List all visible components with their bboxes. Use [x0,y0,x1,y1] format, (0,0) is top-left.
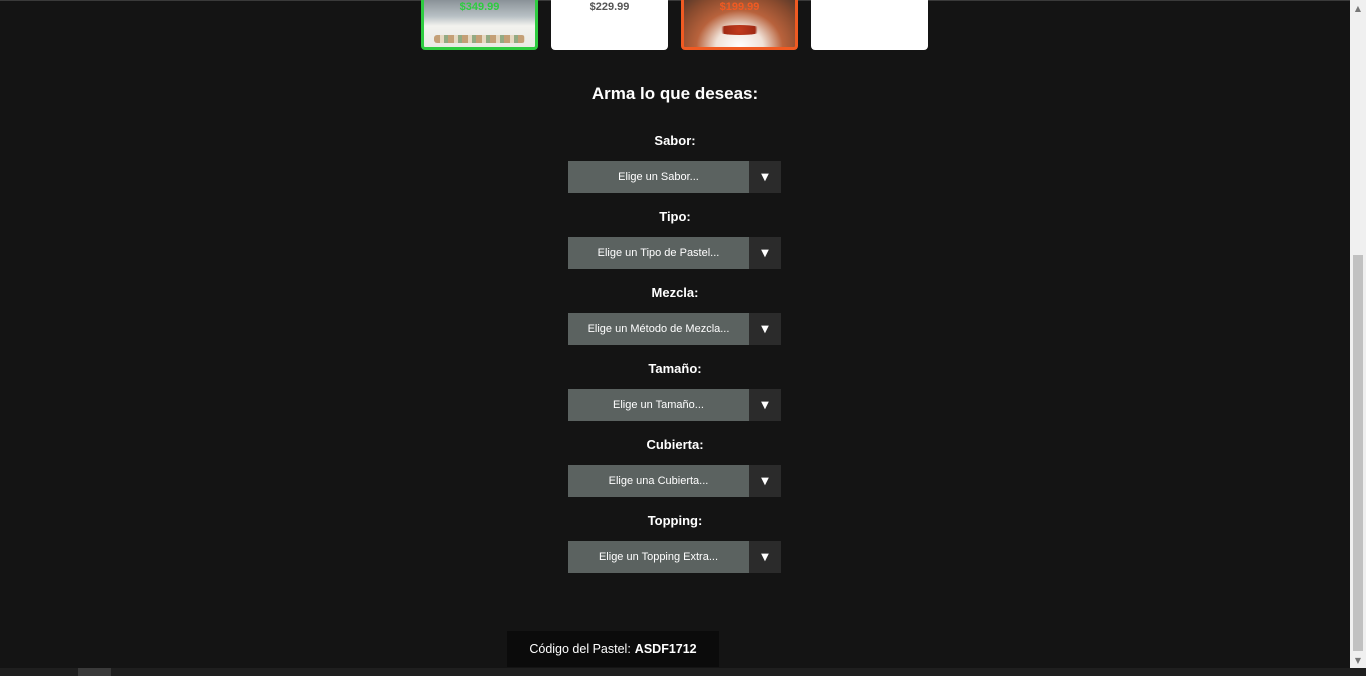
scroll-down-icon[interactable]: ▼ [1350,652,1366,668]
product-card-2[interactable]: $229.99 [551,0,668,50]
tamano-select[interactable]: Elige un Tamaño... ▼ [568,389,781,421]
mezcla-label: Mezcla: [651,285,699,300]
tamano-label: Tamaño: [648,361,702,376]
topping-label: Topping: [647,513,703,528]
chevron-down-icon[interactable]: ▼ [749,161,781,193]
scroll-up-icon[interactable]: ▲ [1350,0,1366,16]
taskbar [0,668,1366,676]
cubierta-select-value: Elige una Cubierta... [568,465,749,497]
tipo-select-value: Elige un Tipo de Pastel... [568,237,749,269]
chevron-down-icon[interactable]: ▼ [749,541,781,573]
cake-code-value: ASDF1712 [634,642,697,656]
tipo-select[interactable]: Elige un Tipo de Pastel... ▼ [568,237,781,269]
tamano-select-value: Elige un Tamaño... [568,389,749,421]
product-price: $229.99 [589,1,630,13]
builder-title: Arma lo que deseas: [591,84,759,103]
cubierta-select[interactable]: Elige una Cubierta... ▼ [568,465,781,497]
topping-select[interactable]: Elige un Topping Extra... ▼ [568,541,781,573]
chevron-down-icon[interactable]: ▼ [749,465,781,497]
vertical-scrollbar[interactable]: ▲ ▼ [1350,0,1366,668]
product-image [714,25,765,35]
sabor-label: Sabor: [654,133,696,148]
cake-code-box: Código del Pastel: ASDF1712 [507,631,719,667]
product-card-1[interactable]: $349.99 [421,0,538,50]
scrollbar-thumb[interactable] [1353,255,1363,651]
topping-select-value: Elige un Topping Extra... [568,541,749,573]
sabor-select[interactable]: Elige un Sabor... ▼ [568,161,781,193]
product-card-4[interactable] [811,0,928,50]
product-image [434,35,525,43]
mezcla-select[interactable]: Elige un Método de Mezcla... ▼ [568,313,781,345]
mezcla-select-value: Elige un Método de Mezcla... [568,313,749,345]
cake-code-label: Código del Pastel: [529,642,631,656]
taskbar-button[interactable] [78,668,111,676]
top-divider [0,0,1350,1]
tipo-label: Tipo: [659,209,691,224]
cubierta-label: Cubierta: [646,437,704,452]
chevron-down-icon[interactable]: ▼ [749,313,781,345]
product-price: $349.99 [459,1,500,13]
product-card-3[interactable]: $199.99 [681,0,798,50]
chevron-down-icon[interactable]: ▼ [749,237,781,269]
sabor-select-value: Elige un Sabor... [568,161,749,193]
product-price: $199.99 [719,1,760,13]
chevron-down-icon[interactable]: ▼ [749,389,781,421]
